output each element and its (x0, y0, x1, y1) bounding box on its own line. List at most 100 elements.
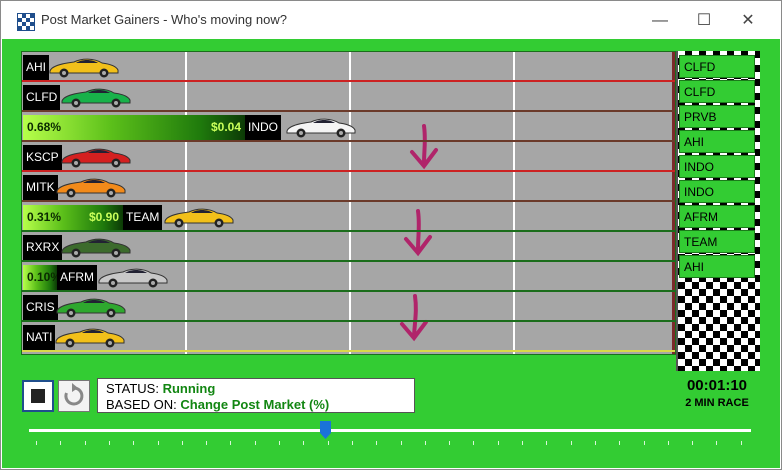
race-lane: KSCP (22, 142, 675, 172)
maximize-button[interactable]: ☐ (681, 7, 727, 35)
gain-bar: 0.31% $0.90 (23, 205, 123, 230)
status-panel: STATUS: Running BASED ON: Change Post Ma… (97, 378, 415, 413)
close-button[interactable]: ✕ (725, 7, 771, 35)
app-window: Post Market Gainers - Who's moving now? … (0, 0, 782, 470)
leaderboard-item: INDO (679, 155, 755, 178)
race-lane: RXRX (22, 232, 675, 262)
leaderboard-item: CLFD (679, 80, 755, 103)
race-lane: AHI (22, 52, 675, 82)
slider-tick (157, 441, 159, 445)
leaderboard-item: PRVB (679, 105, 755, 128)
stop-icon (31, 389, 45, 403)
leaderboard-item: AHI (679, 130, 755, 153)
race-car-icon (56, 298, 126, 318)
slider-tick (619, 441, 621, 445)
race-car-icon (56, 178, 126, 198)
ticker-label: RXRX (23, 235, 63, 260)
gain-percent: 0.68% (27, 120, 62, 134)
gain-amount: $0.04 (210, 120, 241, 134)
ticker-label: CLFD (23, 85, 61, 110)
slider-tick (716, 441, 718, 445)
slider-tick (740, 441, 742, 445)
status-value: Running (162, 381, 216, 396)
gain-percent: 0.31% (27, 210, 62, 224)
slider-tick (522, 441, 523, 445)
ticker-label: TEAM (123, 205, 163, 230)
slider-tick (424, 441, 426, 445)
slider-tick (181, 441, 183, 445)
slider-tick (108, 441, 110, 445)
status-label: STATUS: (106, 381, 159, 396)
slider-tick (327, 441, 329, 445)
slider-tick (643, 441, 645, 445)
leaderboard-item: TEAM (679, 230, 755, 253)
leaderboard-item: CLFD (679, 55, 755, 78)
speed-slider-thumb[interactable] (320, 421, 332, 439)
reset-button[interactable] (58, 380, 90, 412)
based-on-label: BASED ON: (106, 397, 177, 412)
race-car-icon (286, 118, 356, 138)
race-car-icon (164, 208, 234, 228)
ticker-label: CRIS (23, 295, 58, 320)
slider-tick (133, 441, 135, 445)
slider-tick (497, 441, 499, 445)
ticker-label: AHI (23, 55, 50, 80)
slider-tick (594, 441, 596, 445)
slider-tick (376, 441, 378, 445)
slider-tick (206, 441, 208, 445)
race-length: 2 MIN RACE (685, 397, 749, 409)
slider-tick (473, 441, 475, 445)
slider-tick (303, 441, 305, 445)
race-panel: AHI CLFD 0.68% $0.04 INDO KSCP MITK 0.31% $0.90 T… (2, 39, 780, 468)
status-row: STATUS: Running (106, 380, 215, 397)
race-car-icon (49, 58, 119, 78)
gain-amount: $0.90 (88, 210, 119, 224)
slider-tick (449, 441, 451, 445)
slider-tick (60, 441, 62, 445)
race-lane: NATI (22, 322, 675, 352)
race-lane: CRIS (22, 292, 675, 322)
race-timer: 00:01:10 (686, 377, 748, 394)
lane-divider (22, 350, 675, 352)
stop-button[interactable] (22, 380, 54, 412)
race-car-icon (98, 268, 168, 288)
race-track: AHI CLFD 0.68% $0.04 INDO KSCP MITK 0.31% $0.90 T… (21, 51, 676, 355)
based-on-value: Change Post Market (%) (180, 397, 330, 412)
ticker-label: INDO (245, 115, 281, 140)
minimize-button[interactable]: — (637, 7, 683, 35)
leaderboard-item: INDO (679, 180, 755, 203)
race-car-icon (61, 88, 131, 108)
race-lane: 0.10% AFRM (22, 262, 675, 292)
race-car-icon (61, 238, 131, 258)
leaderboard-item: AFRM (679, 205, 755, 228)
slider-tick (351, 441, 353, 445)
slider-tick (546, 441, 548, 445)
refresh-icon (64, 383, 84, 406)
slider-tick (667, 441, 669, 445)
gain-percent: 0.10% (27, 270, 62, 284)
speed-slider-track[interactable] (29, 429, 751, 432)
race-car-icon (55, 328, 125, 348)
slider-tick (692, 441, 694, 445)
race-lane: 0.68% $0.04 INDO (22, 112, 675, 142)
race-lane: CLFD (22, 82, 675, 112)
window-title: Post Market Gainers - Who's moving now? (41, 12, 287, 27)
gain-bar: 0.68% $0.04 (23, 115, 245, 140)
ticker-label: KSCP (23, 145, 62, 170)
slider-tick (570, 441, 572, 445)
slider-tick (400, 441, 402, 445)
slider-tick (254, 441, 256, 445)
gain-bar: 0.10% (23, 265, 61, 290)
race-lane: 0.31% $0.90 TEAM (22, 202, 675, 232)
race-car-icon (61, 148, 131, 168)
leaderboard-item: AHI (679, 255, 755, 278)
based-on-row: BASED ON: Change Post Market (%) (106, 396, 329, 413)
ticker-label: MITK (23, 175, 58, 200)
slider-tick (84, 441, 86, 445)
slider-tick (279, 441, 280, 445)
slider-tick (230, 441, 232, 445)
slider-tick (36, 441, 37, 445)
ticker-label: AFRM (57, 265, 97, 290)
ticker-label: NATI (23, 325, 56, 350)
title-bar[interactable]: Post Market Gainers - Who's moving now? … (1, 1, 781, 39)
